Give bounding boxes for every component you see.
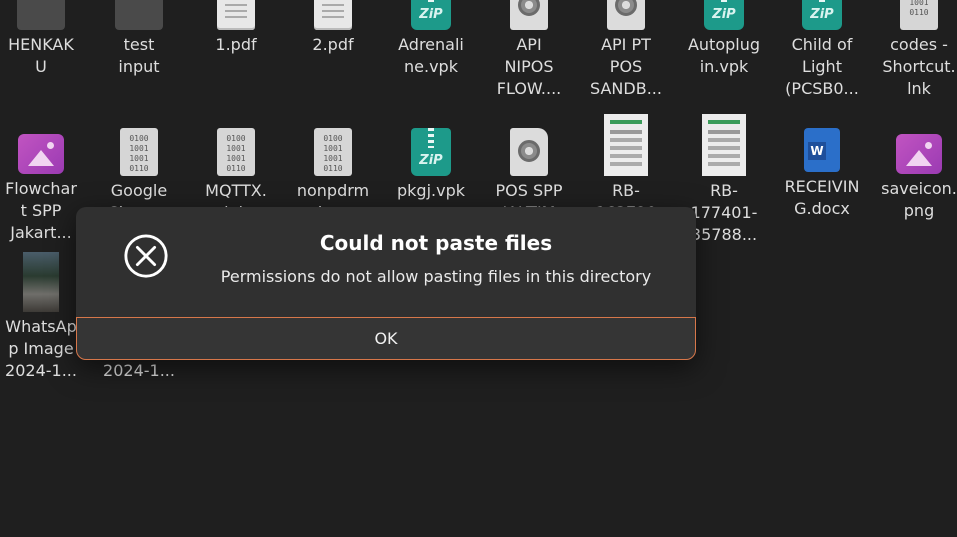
desktop-file-api-nipos[interactable]: API NIPOS FLOW.... [483, 0, 575, 100]
folder-icon [115, 0, 163, 30]
desktop-file-test-input[interactable]: test input [93, 0, 185, 78]
word-document-icon: W [804, 128, 840, 172]
photo-thumbnail-icon [23, 252, 59, 312]
desktop-file-flowchart-spp[interactable]: Flowchar t SPP Jakart... [0, 128, 87, 244]
file-label: API PT POS SANDB... [590, 35, 662, 98]
receipt-image-icon [604, 114, 648, 176]
image-file-icon [18, 134, 64, 174]
file-label: pkgj.vpk [397, 181, 465, 200]
word-icon-letter: W [808, 142, 826, 160]
file-label: RECEIVIN G.docx [784, 177, 860, 218]
dialog-title: Could not paste files [319, 231, 553, 255]
desktop-file-henkaku[interactable]: HENKAK U [0, 0, 87, 78]
desktop-file-2-pdf[interactable]: 2.pdf [287, 0, 379, 56]
file-label: WhatsAp p Image 2024-1... [5, 317, 77, 380]
paste-error-dialog: Could not paste files Permissions do not… [76, 207, 696, 360]
file-label: Flowchar t SPP Jakart... [5, 179, 77, 242]
file-label: Child of Light (PCSB0... [785, 35, 859, 98]
folder-icon [17, 0, 65, 30]
desktop-file-api-pt-pos[interactable]: API PT POS SANDB... [580, 0, 672, 100]
executable-icon [510, 0, 548, 30]
file-label: Autoplug in.vpk [687, 35, 761, 76]
zip-icon-text: ZiP [419, 153, 443, 168]
desktop-file-child-of-light[interactable]: ZiP Child of Light (PCSB0... [776, 0, 868, 100]
file-label: 2.pdf [312, 35, 354, 54]
binary-file-icon: 0100 1001 1001 0110 [120, 128, 158, 176]
executable-icon [510, 128, 548, 176]
zip-icon-text: ZiP [712, 7, 736, 22]
zip-icon-text: ZiP [419, 7, 443, 22]
pdf-document-icon [314, 0, 352, 30]
zip-archive-icon: ZiP [411, 128, 451, 176]
file-label: HENKAK U [8, 35, 74, 76]
binary-file-icon: 0100 1001 1001 0110 [314, 128, 352, 176]
receipt-image-icon [702, 114, 746, 176]
desktop-file-autoplugin-vpk[interactable]: ZiP Autoplug in.vpk [678, 0, 770, 78]
desktop: HENKAK U test input 1.pdf 2.pdf ZiP Adre… [0, 0, 957, 537]
desktop-file-adrenaline-vpk[interactable]: ZiP Adrenali ne.vpk [385, 0, 477, 78]
zip-archive-icon: ZiP [802, 0, 842, 30]
ok-button[interactable]: OK [76, 317, 696, 360]
executable-icon [607, 0, 645, 30]
desktop-file-whatsapp-image[interactable]: WhatsAp p Image 2024-1... [0, 252, 87, 382]
desktop-file-receiving-docx[interactable]: W RECEIVIN G.docx [776, 128, 868, 220]
file-label: codes - Shortcut. lnk [882, 35, 956, 98]
binary-file-icon: 0100 1001 0110 [900, 0, 938, 30]
desktop-file-pkgj-vpk[interactable]: ZiP pkgj.vpk [385, 128, 477, 202]
zip-archive-icon: ZiP [411, 0, 451, 30]
zip-icon-text: ZiP [810, 7, 834, 22]
desktop-file-saveicon-png[interactable]: saveicon. png [873, 128, 957, 222]
dialog-message: Permissions do not allow pasting files i… [220, 267, 652, 286]
file-label: Adrenali ne.vpk [398, 35, 464, 76]
zip-archive-icon: ZiP [704, 0, 744, 30]
file-label: API NIPOS FLOW.... [496, 35, 562, 98]
image-file-icon [896, 134, 942, 174]
pdf-document-icon [217, 0, 255, 30]
file-label: test input [118, 35, 160, 76]
file-label: 1.pdf [215, 35, 257, 54]
desktop-file-1-pdf[interactable]: 1.pdf [190, 0, 282, 56]
desktop-file-codes-shortcut[interactable]: 0100 1001 0110 codes - Shortcut. lnk [873, 0, 957, 100]
binary-file-icon: 0100 1001 1001 0110 [217, 128, 255, 176]
file-label: saveicon. png [881, 179, 957, 220]
